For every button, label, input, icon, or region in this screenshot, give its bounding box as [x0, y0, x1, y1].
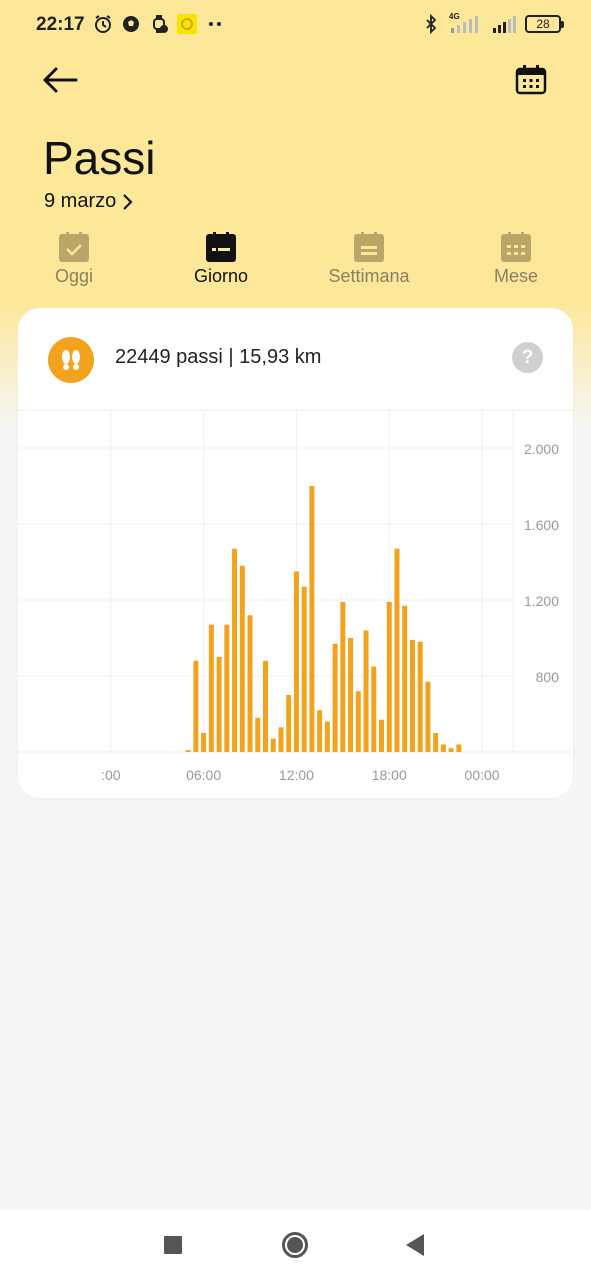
watch-icon	[153, 15, 168, 33]
tab-label-giorno: Giorno	[193, 266, 249, 286]
chart-bar	[263, 660, 268, 752]
tab-label-oggi: Oggi	[54, 266, 94, 286]
chart-bar	[201, 733, 207, 752]
x-tick-label: 00:00	[465, 767, 500, 783]
alarm-icon	[95, 15, 111, 33]
signal-icon	[493, 16, 516, 33]
steps-bar-chart: 2.000 1.600 1.200 800 :00 06:00 12:00 18:00 00:0…	[18, 409, 573, 783]
tab-mese[interactable]: Mese	[456, 228, 576, 287]
tab-giorno[interactable]: Giorno	[161, 228, 281, 287]
chart-bar	[402, 605, 408, 752]
chart-bar	[332, 643, 338, 752]
bluetooth-icon	[426, 14, 437, 34]
chart-bar	[379, 719, 385, 752]
chart-bar	[208, 624, 214, 752]
chart-bar	[340, 601, 346, 752]
system-status-icons: 4G 28	[421, 12, 564, 34]
chart-bar	[286, 695, 292, 752]
chart-bar	[309, 486, 315, 752]
chart-bar	[232, 548, 238, 752]
app-notification-icon	[177, 14, 197, 34]
footprints-icon	[48, 337, 94, 383]
recent-apps-button[interactable]	[164, 1236, 182, 1254]
chart-bar	[185, 750, 191, 752]
signal-4g-icon: 4G	[449, 12, 483, 34]
date-label: 9 marzo	[44, 190, 117, 212]
chart-bar	[293, 571, 299, 752]
chart-bar	[216, 657, 222, 752]
chart-bar	[433, 733, 439, 752]
help-icon[interactable]: ?	[512, 342, 543, 373]
y-tick-label: 1.200	[524, 593, 559, 609]
chart-bar	[409, 639, 415, 752]
chart-bar	[394, 548, 400, 752]
x-tick-label: 18:00	[372, 767, 407, 783]
chart-bar	[193, 660, 199, 752]
steps-card: 22449 passi | 15,93 km ? 2.000 1.600 1.200…	[18, 308, 573, 798]
y-tick-label: 2.000	[524, 441, 559, 457]
chart-bar	[278, 727, 284, 752]
x-tick-label: :00	[101, 767, 121, 783]
calendar-week-icon	[354, 232, 384, 262]
x-tick-label: 06:00	[186, 767, 221, 783]
chart-bar	[301, 586, 307, 752]
chart-bar	[448, 748, 454, 752]
chart-bar	[386, 601, 392, 752]
calendar-icon[interactable]	[513, 63, 549, 97]
tab-oggi[interactable]: Oggi	[14, 228, 134, 287]
period-tabs: Oggi Giorno Settimana Mese	[0, 228, 591, 292]
chart-bar	[239, 565, 245, 752]
status-time: 22:17	[36, 14, 85, 35]
notification-icons	[93, 14, 225, 34]
chart-bar	[317, 710, 323, 752]
chart-bar	[348, 638, 354, 752]
navigation-bar	[0, 1210, 591, 1280]
back-button[interactable]	[406, 1234, 424, 1256]
calendar-day-icon	[206, 232, 236, 262]
chart-bar	[270, 738, 276, 752]
chart-bar	[247, 615, 253, 752]
chart-bar	[224, 624, 230, 752]
page-title: Passi	[43, 132, 156, 184]
chart-bar	[355, 691, 361, 752]
calendar-check-icon	[59, 232, 89, 262]
chart-bar	[425, 681, 431, 752]
y-tick-label: 800	[536, 669, 560, 685]
soccer-ball-icon	[123, 16, 139, 32]
x-tick-label: 12:00	[279, 767, 314, 783]
chevron-right-icon	[123, 193, 133, 210]
steps-summary: 22449 passi | 15,93 km	[115, 346, 322, 368]
chart-bar	[440, 744, 446, 752]
battery-icon: 28	[525, 15, 564, 33]
tab-label-settimana: Settimana	[328, 266, 410, 286]
home-button[interactable]	[282, 1232, 308, 1258]
chart-bar	[255, 717, 261, 752]
date-selector[interactable]: 9 marzo	[44, 190, 134, 213]
calendar-month-icon	[501, 232, 531, 262]
chart-bar	[456, 744, 462, 752]
more-dots-icon	[209, 22, 221, 26]
chart-bar	[363, 630, 369, 752]
tab-label-mese: Mese	[493, 266, 538, 286]
status-bar: 22:17 4G 28	[0, 0, 591, 50]
tab-settimana[interactable]: Settimana	[309, 228, 429, 287]
y-tick-label: 1.600	[524, 517, 559, 533]
chart-bar	[417, 641, 423, 752]
chart-bar	[371, 666, 377, 752]
chart-bar	[324, 721, 330, 752]
back-arrow-icon[interactable]	[40, 62, 80, 98]
